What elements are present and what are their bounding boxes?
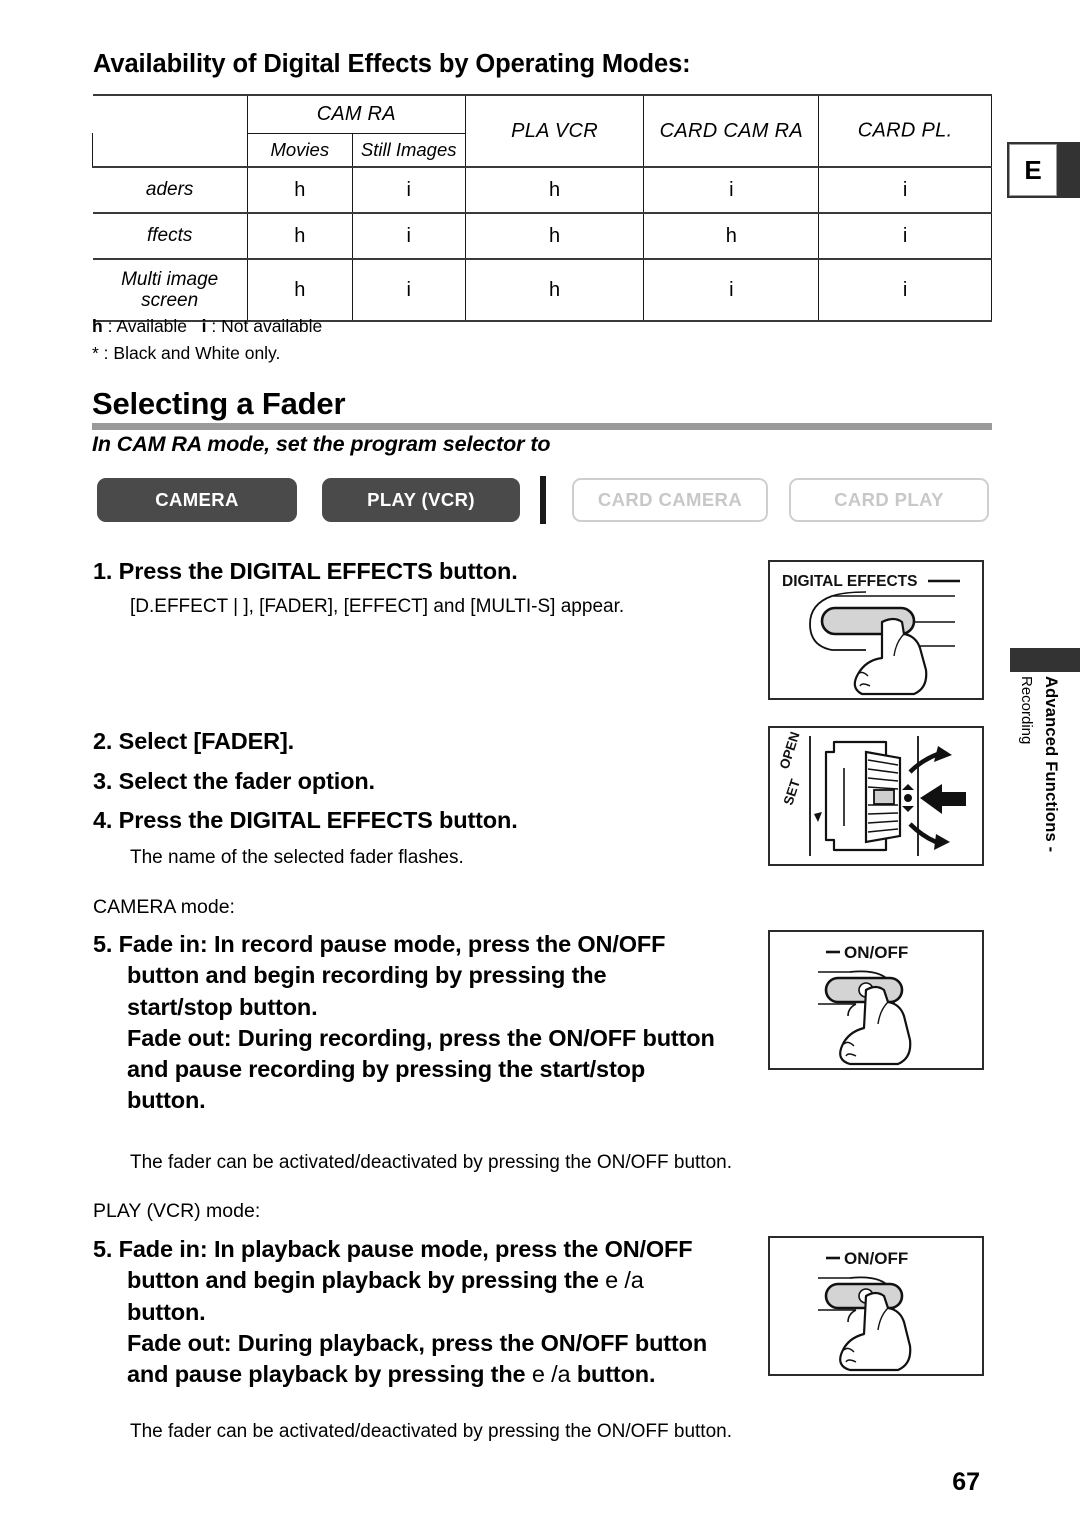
legend-line-1: h : Available i : Not available [92,313,322,340]
camera-note: The fader can be activated/deactivated b… [130,1152,732,1173]
header-still-images: Still Images [351,133,466,167]
step-5-play-line-4: Fade out: During playback, press the ON/… [127,1329,708,1356]
heading-underline-rule [92,422,992,430]
header-movies: Movies [246,133,353,167]
cell-effects-still: i [351,213,466,259]
header-card-camera: CARD CAM RA [643,95,820,167]
side-label-main: Advanced Functions - [1042,676,1060,853]
onoff-diagram-camera: ON/OFF [818,943,912,1066]
step-5-play-line-1: 5. Fade in: In playback pause mode, pres… [93,1236,693,1262]
illustration-onoff-button-camera: ON/OFF [768,930,984,1070]
cell-faders-play: h [464,167,645,213]
table-row: ffects h i h h i [92,213,992,259]
step-5-play: 5. Fade in: In playback pause mode, pres… [93,1234,773,1390]
step-5-play-line-5-text: and pause playback by pressing the [127,1361,532,1387]
camera-mode-label: CAMERA mode: [93,896,235,918]
cell-effects-cardcam: h [643,213,820,259]
step-5-camera-line-2: button and begin recording by pressing t… [127,962,607,989]
row-label-faders: aders [92,167,248,213]
legend-notavailable-text: : Not available [211,316,323,336]
header-play-vcr: PLA VCR [464,95,645,167]
step-5-camera-line-1: 5. Fade in: In record pause mode, press … [93,931,666,957]
section-edge-marker [1010,648,1080,672]
table-header-row-1: CAM RA PLA VCR CARD CAM RA CARD PL. [92,95,992,167]
mode-button-card-camera[interactable]: CARD CAMERA [572,478,768,522]
play-pause-symbol: e /a [605,1267,644,1294]
page-number: 67 [952,1468,980,1496]
illustration-set-dial: OPEN SET [768,726,984,866]
step-2: 2. Select [FADER]. [93,728,295,754]
step-5-camera-line-5: and pause recording by pressing the star… [127,1056,646,1082]
header-camera-group: CAM RA [246,95,466,134]
side-section-label: Advanced Functions - Recording [1004,672,1074,932]
mode-selector-row: CAMERA PLAY (VCR) CARD CAMERA CARD PLAY [97,476,989,524]
set-dial-diagram: OPEN SET [777,730,966,856]
step-5-camera: 5. Fade in: In record pause mode, press … [93,929,773,1117]
table-row: Multi image screen h i h i i [92,259,992,321]
cell-faders-cardcam: i [643,167,820,213]
table-legend: h : Available i : Not available * : Blac… [92,313,322,367]
onoff-diagram-play: ON/OFF [818,1249,912,1372]
step-4: 4. Press the DIGITAL EFFECTS button. [93,807,518,833]
illustration-onoff-button-play: ON/OFF [768,1236,984,1376]
step-5-play-line-5: and pause playback by pressing the e /a … [127,1359,773,1390]
step-1-note: [D.EFFECT | ], [FADER], [EFFECT] and [MU… [130,596,625,617]
legend-available-symbol: h [92,316,103,336]
step-5-play-line-5-tail: button. [570,1361,656,1387]
legend-available-text: : Available [107,316,188,336]
digital-effects-diagram: DIGITAL EFFECTS [782,573,960,696]
step-5-play-line-2: button and begin playback by pressing th… [127,1265,773,1296]
cell-multi-cardcam: i [643,259,820,321]
step-5-play-line-2-text: button and begin playback by pressing th… [127,1267,606,1294]
cell-faders-movies: h [246,167,353,213]
step-4-note: The name of the selected fader flashes. [130,847,464,868]
fader-heading-block: Selecting a Fader [92,386,992,430]
page-title: Availability of Digital Effects by Opera… [93,50,691,78]
cell-faders-still: i [351,167,466,213]
cell-multi-still: i [351,259,466,321]
step-5-play-line-3: button. [127,1298,206,1325]
cell-multi-movies: h [246,259,353,321]
step-3: 3. Select the fader option. [93,768,375,794]
mode-button-play-vcr[interactable]: PLAY (VCR) [322,478,520,522]
table-row: aders h i h i i [92,167,992,213]
mode-button-card-play[interactable]: CARD PLAY [789,478,989,522]
cell-faders-cardplay: i [818,167,992,213]
legend-notavailable-symbol: i [201,316,207,336]
step-5-camera-line-6: button. [127,1087,206,1114]
illustration-digital-effects-button: DIGITAL EFFECTS [768,560,984,700]
fader-heading: Selecting a Fader [92,386,346,421]
mode-divider [540,476,546,524]
step-5-camera-line-4: Fade out: During recording, press the ON… [127,1024,715,1051]
cell-effects-cardplay: i [818,213,992,259]
language-letter: E [1009,144,1057,196]
legend-line-2: * : Black and White only. [92,343,281,364]
dial-label-set: SET [781,777,804,807]
step-1: 1. Press the DIGITAL EFFECTS button. [93,558,518,584]
corner-cell [92,95,248,133]
availability-table: CAM RA PLA VCR CARD CAM RA CARD PL. Movi… [92,94,992,322]
cell-multi-play: h [464,259,645,321]
play-note: The fader can be activated/deactivated b… [130,1421,732,1442]
cell-effects-play: h [464,213,645,259]
side-label-sub: Recording [1018,676,1035,745]
header-card-play: CARD PL. [818,95,992,167]
dial-label-open: OPEN [777,730,803,771]
row-label-effects: ffects [92,213,248,259]
fader-subheading: In CAM RA mode, set the program selector… [92,432,551,456]
cell-multi-cardplay: i [818,259,992,321]
digital-effects-label-text: DIGITAL EFFECTS [782,573,917,590]
header-row-label-empty [92,133,248,167]
language-edge-tab: E [1007,142,1080,198]
row-label-multi-image-screen: Multi image screen [92,259,248,321]
cell-effects-movies: h [246,213,353,259]
onoff-label-text: ON/OFF [844,1249,908,1268]
play-pause-symbol: e /a [531,1361,571,1387]
onoff-label-text: ON/OFF [844,943,908,962]
play-mode-label: PLAY (VCR) mode: [93,1200,261,1222]
step-5-camera-line-3: start/stop button. [127,993,318,1020]
mode-button-camera[interactable]: CAMERA [97,478,297,522]
